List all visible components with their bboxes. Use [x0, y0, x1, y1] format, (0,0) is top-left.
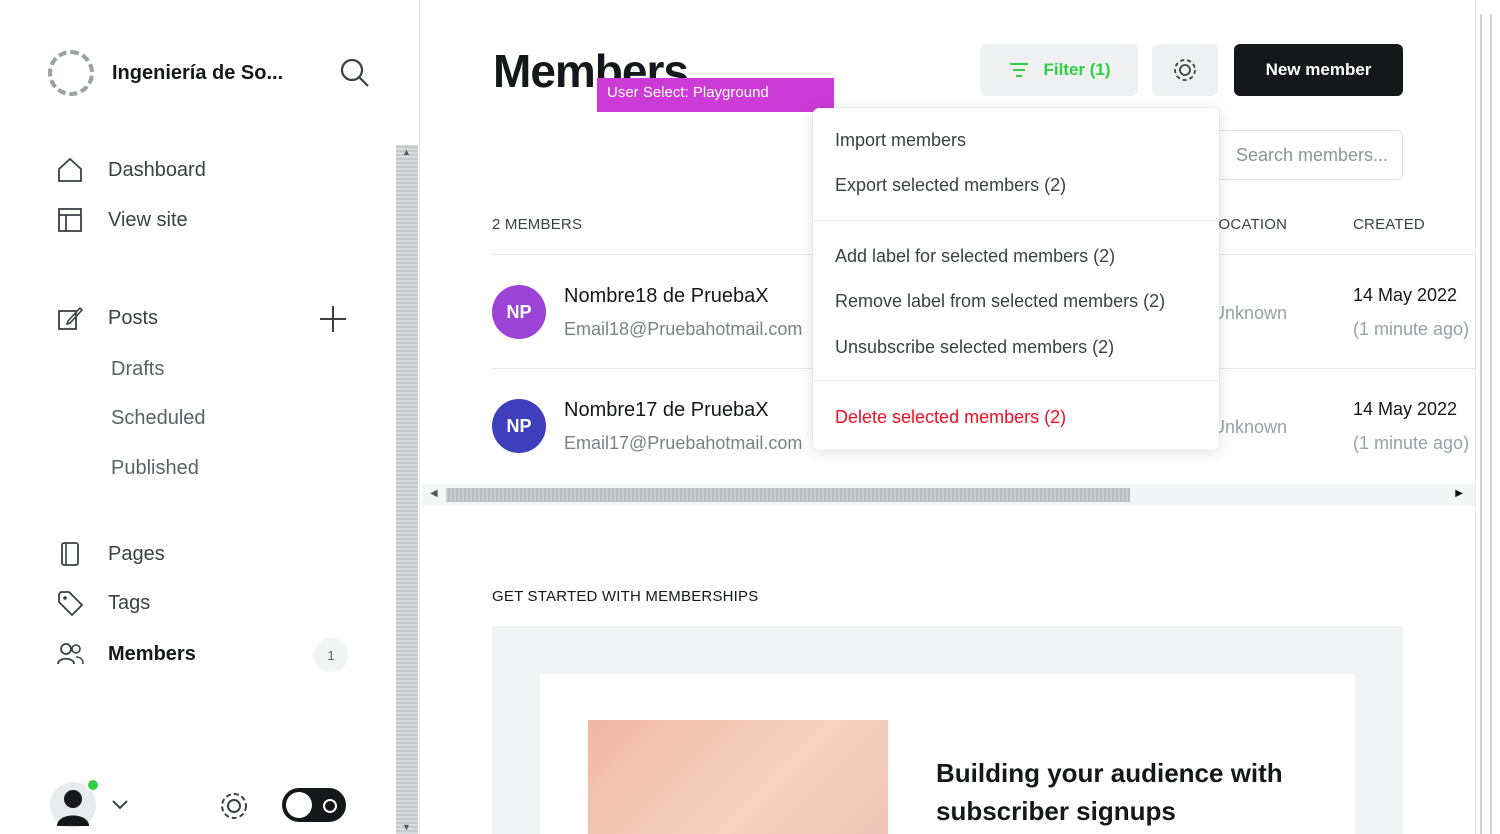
nav-tags[interactable]: Tags	[56, 588, 150, 618]
sidebar: Ingeniería de So... Dashboard View site …	[0, 0, 420, 834]
scroll-down-icon[interactable]: ▼	[402, 822, 411, 832]
members-count-header: 2 MEMBERS	[492, 216, 583, 233]
member-email: Email18@Pruebahotmail.com	[564, 319, 803, 339]
filter-label: Filter (1)	[1043, 60, 1111, 79]
get-started-image	[588, 720, 888, 834]
menu-divider	[813, 380, 1219, 381]
nav-dashboard[interactable]: Dashboard	[56, 155, 206, 185]
member-avatar: NP	[492, 399, 546, 453]
get-started-panel: Building your audience with subscriber s…	[540, 674, 1355, 834]
nav-published[interactable]: Published	[111, 457, 199, 480]
view-site-icon	[58, 208, 82, 232]
nav-scheduled[interactable]: Scheduled	[111, 407, 206, 430]
get-started-heading: GET STARTED WITH MEMBERSHIPS	[492, 588, 759, 605]
search-icon	[340, 58, 369, 87]
scroll-left-icon[interactable]: ◀	[430, 488, 438, 499]
member-name: Nombre18 de PruebaX	[564, 285, 769, 307]
filter-button[interactable]: Filter (1)	[980, 44, 1138, 96]
nav-members-label: Members	[108, 642, 196, 665]
nav-view-site-label: View site	[108, 208, 188, 231]
search-button[interactable]	[338, 56, 372, 90]
toggle-knob	[286, 792, 312, 818]
gear-icon	[221, 793, 247, 819]
nav-view-site[interactable]: View site	[56, 205, 188, 235]
column-created[interactable]: CREATED	[1353, 216, 1425, 233]
site-logo	[48, 50, 94, 96]
nav-members[interactable]: Members	[56, 639, 196, 669]
nav-pages[interactable]: Pages	[56, 539, 165, 569]
get-started-card: Building your audience with subscriber s…	[492, 626, 1403, 834]
menu-delete-selected[interactable]: Delete selected members (2)	[835, 407, 1066, 428]
menu-add-label[interactable]: Add label for selected members (2)	[835, 246, 1115, 267]
nav-pages-label: Pages	[108, 542, 165, 565]
member-location: Unknown	[1212, 303, 1288, 323]
filter-icon	[1010, 63, 1029, 77]
nav-dashboard-label: Dashboard	[108, 158, 206, 181]
playground-tag: User Select: Playground	[597, 78, 834, 112]
nav-posts[interactable]: Posts	[56, 303, 158, 333]
members-count-badge: 1	[314, 638, 348, 672]
members-actions-menu: Import members Export selected members (…	[813, 108, 1219, 450]
members-icon	[57, 643, 84, 665]
get-started-title: Building your audience with subscriber s…	[936, 758, 1283, 826]
page-scrollbar-track[interactable]	[1480, 14, 1492, 834]
nav-tags-label: Tags	[108, 591, 151, 614]
edit-icon	[58, 306, 84, 330]
site-title: Ingeniería de So...	[112, 61, 284, 84]
page-icon	[61, 542, 79, 566]
member-created-ago: (1 minute ago)	[1353, 319, 1470, 339]
member-location: Unknown	[1212, 417, 1288, 437]
member-created-date: 14 May 2022	[1353, 399, 1458, 419]
search-members-input[interactable]: Search members...	[1203, 130, 1403, 180]
nav-drafts[interactable]: Drafts	[111, 358, 164, 381]
nav-posts-label: Posts	[108, 306, 159, 329]
page-scrollbar[interactable]	[1475, 0, 1500, 834]
sidebar-footer	[50, 778, 370, 834]
site-header[interactable]: Ingeniería de So...	[48, 50, 283, 96]
scroll-up-icon[interactable]: ▲	[402, 147, 411, 157]
home-icon	[58, 157, 82, 182]
member-email: Email17@Pruebahotmail.com	[564, 433, 803, 453]
dark-mode-toggle[interactable]	[282, 788, 346, 822]
scrollbar-thumb[interactable]	[446, 488, 1130, 502]
menu-unsubscribe[interactable]: Unsubscribe selected members (2)	[835, 337, 1114, 358]
new-post-button[interactable]	[318, 304, 348, 334]
tag-icon	[58, 591, 84, 617]
scroll-right-icon[interactable]: ▶	[1455, 488, 1463, 499]
members-actions-button[interactable]	[1152, 44, 1218, 96]
new-member-button[interactable]: New member	[1234, 44, 1403, 96]
member-name: Nombre17 de PruebaX	[564, 399, 769, 421]
settings-button[interactable]	[216, 788, 252, 824]
moon-icon	[323, 799, 337, 813]
menu-remove-label[interactable]: Remove label from selected members (2)	[835, 291, 1165, 312]
member-avatar: NP	[492, 285, 546, 339]
table-horizontal-scrollbar[interactable]: ◀ ▶	[422, 484, 1475, 506]
member-created-date: 14 May 2022	[1353, 285, 1458, 305]
account-menu-button[interactable]	[110, 794, 130, 814]
online-status-dot	[86, 778, 100, 792]
plus-icon	[320, 306, 346, 332]
member-created-ago: (1 minute ago)	[1353, 433, 1470, 453]
gear-icon	[1174, 59, 1196, 81]
menu-divider	[813, 220, 1219, 221]
sidebar-scrollbar[interactable]: ▲ ▼	[396, 145, 418, 834]
menu-export-selected[interactable]: Export selected members (2)	[835, 175, 1066, 196]
chevron-down-icon	[112, 800, 128, 810]
column-location[interactable]: LOCATION	[1210, 216, 1287, 233]
menu-import-members[interactable]: Import members	[835, 130, 966, 151]
